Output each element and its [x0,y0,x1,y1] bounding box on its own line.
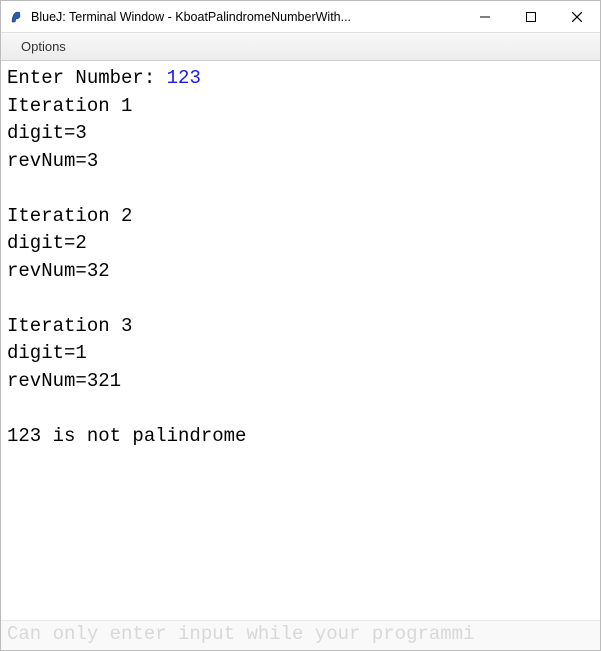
window-controls [462,1,600,32]
output-line: digit=1 [7,342,87,364]
output-line: revNum=321 [7,370,121,392]
window-title: BlueJ: Terminal Window - KboatPalindrome… [31,10,462,24]
output-line: revNum=3 [7,150,98,172]
maximize-button[interactable] [508,1,554,32]
output-line: revNum=32 [7,260,110,282]
titlebar: BlueJ: Terminal Window - KboatPalindrome… [1,1,600,33]
terminal-output[interactable]: Enter Number: 123 Iteration 1 digit=3 re… [1,61,600,618]
close-button[interactable] [554,1,600,32]
bluej-icon [9,9,25,25]
output-line: digit=2 [7,232,87,254]
prompt-text: Enter Number: [7,67,167,89]
output-line: Iteration 2 [7,205,132,227]
minimize-button[interactable] [462,1,508,32]
output-line: 123 is not palindrome [7,425,246,447]
output-line: Iteration 3 [7,315,132,337]
output-line: digit=3 [7,122,87,144]
user-input: 123 [167,67,201,89]
menubar: Options [1,33,600,61]
status-bar: Can only enter input while your programm… [1,620,600,650]
output-line: Iteration 1 [7,95,132,117]
status-text: Can only enter input while your programm… [7,623,474,645]
menu-options[interactable]: Options [13,35,74,58]
